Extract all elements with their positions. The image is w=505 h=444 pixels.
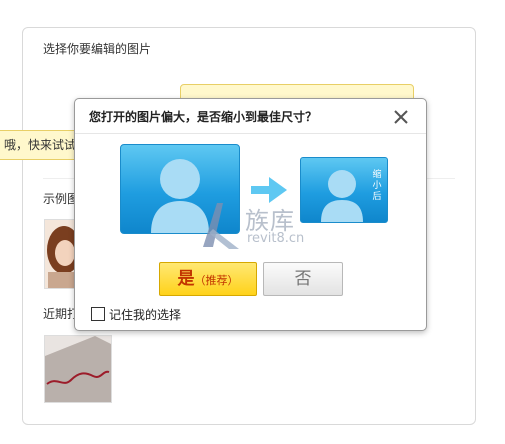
yes-button[interactable]: 是（推荐） [159,262,257,296]
remember-choice-checkbox[interactable]: 记住我的选择 [91,306,181,323]
close-icon[interactable] [391,107,411,127]
no-button[interactable]: 否 [263,262,343,296]
recent-image-thumbnail[interactable] [44,335,112,403]
resized-caption: 缩小后 [372,170,382,202]
watermark-url: revit8.cn [247,231,305,246]
remember-choice-label: 记住我的选择 [109,308,182,322]
dialog-divider [75,133,426,134]
recent-photo [45,336,111,402]
yes-button-recommended: （推荐） [194,274,239,287]
checkbox-box[interactable] [91,307,105,321]
resize-confirm-dialog: 您打开的图片偏大，是否缩小到最佳尺寸？ 缩小后 族库 revit8.cn 是（推… [74,98,427,331]
yes-button-label: 是 [177,269,195,289]
dialog-title: 您打开的图片偏大，是否缩小到最佳尺寸？ [89,110,318,124]
panel-title: 选择你要编辑的图片 [43,42,152,56]
